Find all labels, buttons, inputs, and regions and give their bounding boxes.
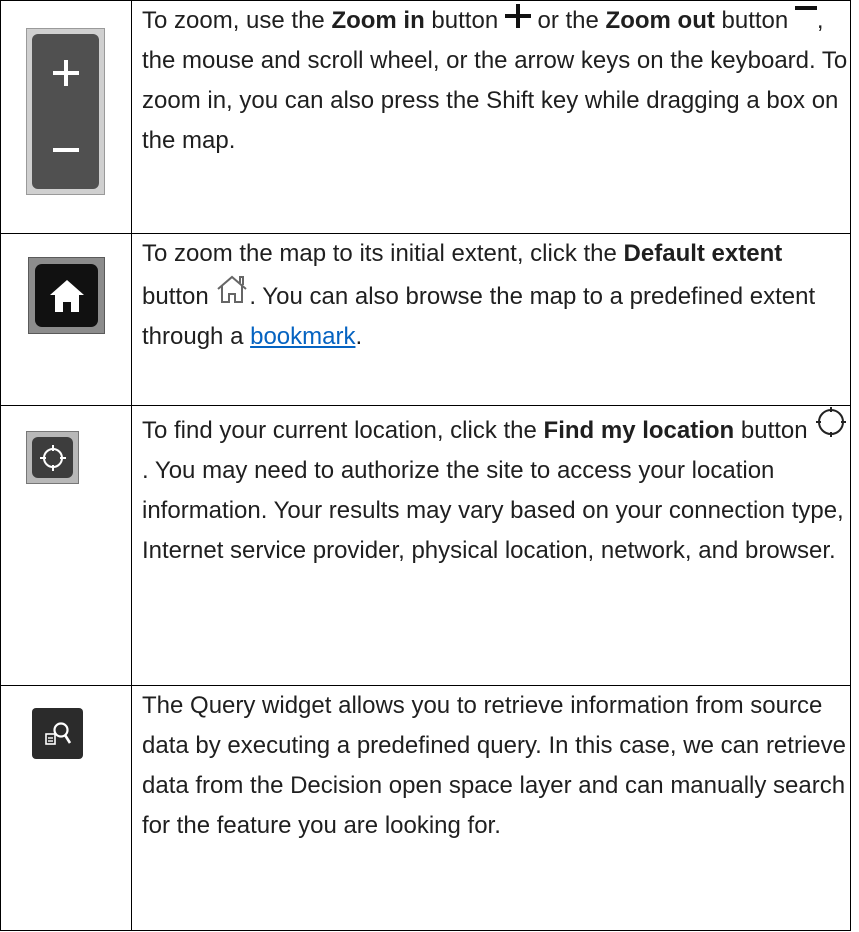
zoom-widget-body [32, 34, 99, 189]
table-row: To zoom, use the Zoom in button or the Z… [0, 0, 851, 234]
crosshair-icon [814, 406, 848, 451]
text: or the [530, 7, 606, 34]
find-location-description: To find your current location, click the… [131, 405, 851, 686]
icon-cell [0, 0, 132, 234]
minus-icon [794, 1, 817, 41]
text: The Query widget allows you to retrieve … [142, 692, 846, 839]
icon-cell [0, 685, 132, 931]
plus-icon [504, 1, 531, 41]
table-row: The Query widget allows you to retrieve … [0, 685, 851, 931]
query-description: The Query widget allows you to retrieve … [131, 685, 851, 931]
icon-cell [0, 405, 132, 686]
default-extent-description: To zoom the map to its initial extent, c… [131, 233, 851, 406]
text: button [734, 417, 815, 444]
text: button [142, 283, 216, 310]
text: . You may need to authorize the site to … [142, 457, 844, 564]
text: button [424, 7, 505, 34]
zoom-description: To zoom, use the Zoom in button or the Z… [131, 0, 851, 234]
find-my-location-label: Find my location [543, 417, 735, 444]
bookmark-link[interactable]: bookmark [250, 323, 355, 350]
text: To zoom the map to its initial extent, c… [142, 240, 624, 267]
text: To zoom, use the [142, 7, 332, 34]
home-icon [35, 264, 98, 327]
icon-cell [0, 233, 132, 406]
text: To find your current location, click the [142, 417, 544, 444]
home-widget [28, 257, 105, 334]
crosshair-icon [32, 437, 73, 478]
table-row: To find your current location, click the… [0, 405, 851, 686]
query-icon [32, 708, 83, 759]
plus-icon [32, 34, 99, 111]
help-table: To zoom, use the Zoom in button or the Z… [0, 0, 851, 931]
minus-icon [32, 111, 99, 188]
zoom-out-label: Zoom out [605, 7, 715, 34]
default-extent-label: Default extent [623, 240, 783, 267]
zoom-in-label: Zoom in [331, 7, 425, 34]
table-row: To zoom the map to its initial extent, c… [0, 233, 851, 406]
text: button [714, 7, 795, 34]
locate-widget [26, 431, 79, 484]
text: . [355, 323, 363, 350]
home-icon [215, 274, 249, 317]
zoom-widget [26, 28, 105, 195]
